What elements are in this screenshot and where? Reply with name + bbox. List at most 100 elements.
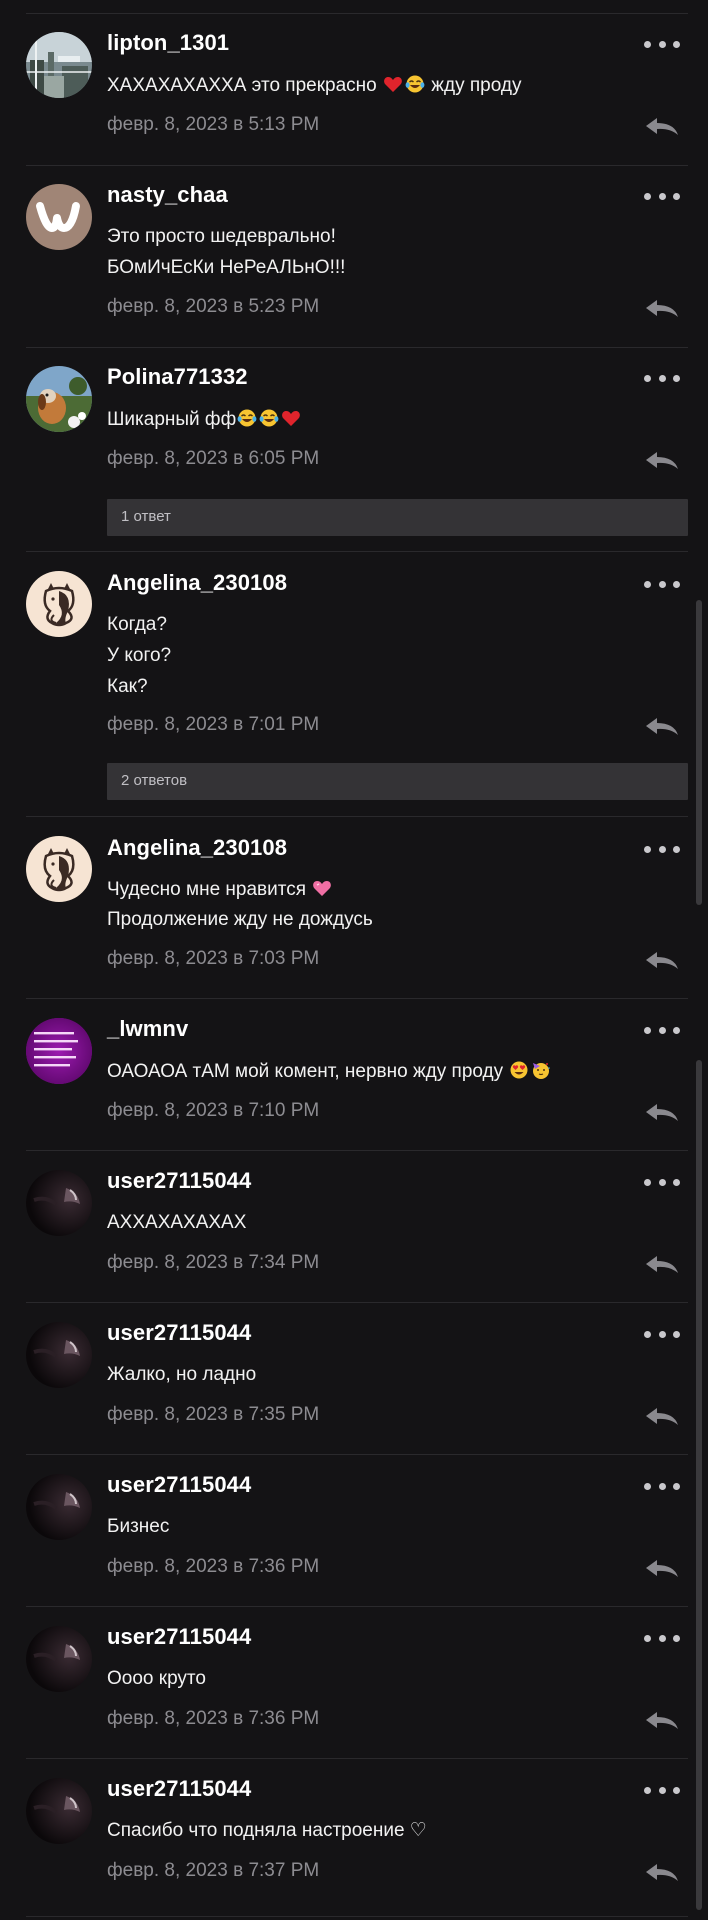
comment-text: БОмИчЕсКи НеРеАЛЬнО!!! xyxy=(107,257,345,279)
divider xyxy=(26,998,688,999)
scrollbar-thumb[interactable] xyxy=(696,1060,702,1910)
comment-text-segment: ХАХАХАХАХХА это прекрасно xyxy=(107,75,382,96)
comment-text: Продолжение жду не дождусь xyxy=(107,909,373,931)
view-replies-button[interactable]: 1 ответ xyxy=(107,499,688,536)
comment-text-segment: АХХАХАХАХАХ xyxy=(107,1212,247,1233)
comment-text-segment: Оооо круто xyxy=(107,1668,206,1689)
heart-icon xyxy=(383,74,403,94)
divider xyxy=(26,13,688,14)
comment-text: Чудесно мне нравится xyxy=(107,878,333,901)
comment-text-segment: Шикарный фф xyxy=(107,409,237,430)
reply-arrow-icon[interactable] xyxy=(643,1709,681,1731)
dark-photo-avatar-icon[interactable] xyxy=(26,1322,92,1388)
comment-text: Шикарный фф xyxy=(107,408,302,431)
more-options-icon[interactable] xyxy=(644,1630,680,1646)
comment-timestamp: февр. 8, 2023 в 7:37 PM xyxy=(107,1860,320,1881)
reply-arrow-icon[interactable] xyxy=(643,1405,681,1427)
reply-arrow-icon[interactable] xyxy=(643,1861,681,1883)
comment-text: ХАХАХАХАХХА это прекрасно жду проду xyxy=(107,74,521,97)
comment-username[interactable]: Angelina_230108 xyxy=(107,835,287,861)
comment-text: Бизнес xyxy=(107,1516,169,1538)
wattpad-logo-avatar-icon[interactable] xyxy=(26,184,92,250)
comment-timestamp: февр. 8, 2023 в 7:36 PM xyxy=(107,1708,320,1729)
dog-photo-avatar-icon[interactable] xyxy=(26,366,92,432)
dark-photo-avatar-icon[interactable] xyxy=(26,1170,92,1236)
comment-username[interactable]: _lwmnv xyxy=(107,1016,188,1042)
comment-username[interactable]: Polina771332 xyxy=(107,364,248,390)
comment-text: Это просто шедеврально! xyxy=(107,226,336,248)
heart-icon xyxy=(281,408,301,428)
comment-username[interactable]: user27115044 xyxy=(107,1624,251,1650)
purple-schedule-avatar-icon[interactable] xyxy=(26,1018,92,1084)
tears-of-joy-icon xyxy=(259,408,279,428)
more-options-icon[interactable] xyxy=(644,1174,680,1190)
reply-arrow-icon[interactable] xyxy=(643,949,681,971)
comment-text-segment: ОАОАОА тАМ мой комент, нервно жду проду xyxy=(107,1061,509,1082)
cats-drawing-avatar-icon[interactable] xyxy=(26,836,92,902)
more-options-icon[interactable] xyxy=(644,370,680,386)
comment-text: АХХАХАХАХАХ xyxy=(107,1212,246,1234)
comment-text: У кого? xyxy=(107,645,171,667)
comment-username[interactable]: lipton_1301 xyxy=(107,30,229,56)
more-options-icon[interactable] xyxy=(644,841,680,857)
comment-text-segment: Когда? xyxy=(107,614,167,635)
comment-username[interactable]: Angelina_230108 xyxy=(107,570,287,596)
reply-arrow-icon[interactable] xyxy=(643,449,681,471)
dark-photo-avatar-icon[interactable] xyxy=(26,1474,92,1540)
comment-text-segment: Бизнес xyxy=(107,1516,170,1537)
comment-timestamp: февр. 8, 2023 в 7:01 PM xyxy=(107,714,320,735)
reply-arrow-icon[interactable] xyxy=(643,115,681,137)
comment-text-segment: Чудесно мне нравится xyxy=(107,879,312,900)
more-options-icon[interactable] xyxy=(644,1478,680,1494)
comment-timestamp: февр. 8, 2023 в 5:23 PM xyxy=(107,296,320,317)
divider xyxy=(26,1454,688,1455)
reply-arrow-icon[interactable] xyxy=(643,715,681,737)
comment-text: Как? xyxy=(107,676,148,698)
comment-text-segment: Жалко, но ладно xyxy=(107,1364,257,1385)
comment-timestamp: февр. 8, 2023 в 7:34 PM xyxy=(107,1252,320,1273)
comment-text-segment: Это просто шедеврально! xyxy=(107,226,336,247)
comment-username[interactable]: nasty_chaa xyxy=(107,182,228,208)
more-options-icon[interactable] xyxy=(644,36,680,52)
comment-timestamp: февр. 8, 2023 в 7:35 PM xyxy=(107,1404,320,1425)
reply-arrow-icon[interactable] xyxy=(643,1101,681,1123)
view-replies-button[interactable]: 2 ответов xyxy=(107,763,688,800)
scrollbar[interactable] xyxy=(696,600,702,905)
divider xyxy=(26,1916,688,1917)
comment-text-segment: Спасибо что подняла настроение ♡ xyxy=(107,1820,427,1841)
tears-of-joy-icon xyxy=(405,74,425,94)
cats-drawing-avatar-icon[interactable] xyxy=(26,571,92,637)
reply-arrow-icon[interactable] xyxy=(643,1557,681,1579)
divider xyxy=(26,816,688,817)
comments-page: lipton_1301 ХАХАХАХАХХА это прекрасно жду… xyxy=(0,0,708,1920)
more-options-icon[interactable] xyxy=(644,1022,680,1038)
comment-text-segment: жду проду xyxy=(426,75,522,96)
divider xyxy=(26,1606,688,1607)
reply-arrow-icon[interactable] xyxy=(643,297,681,319)
comment-username[interactable]: user27115044 xyxy=(107,1776,251,1802)
more-options-icon[interactable] xyxy=(644,188,680,204)
comment-timestamp: февр. 8, 2023 в 6:05 PM xyxy=(107,448,320,469)
divider xyxy=(26,347,688,348)
comment-text-segment: БОмИчЕсКи НеРеАЛЬнО!!! xyxy=(107,257,346,278)
comment-text: Жалко, но ладно xyxy=(107,1364,256,1386)
more-options-icon[interactable] xyxy=(644,1782,680,1798)
comment-timestamp: февр. 8, 2023 в 7:10 PM xyxy=(107,1100,320,1121)
more-options-icon[interactable] xyxy=(644,576,680,592)
comment-text-segment: Как? xyxy=(107,676,148,697)
comment-text-segment: Продолжение жду не дождусь xyxy=(107,909,373,930)
comment-username[interactable]: user27115044 xyxy=(107,1472,251,1498)
dark-photo-avatar-icon[interactable] xyxy=(26,1626,92,1692)
reply-arrow-icon[interactable] xyxy=(643,1253,681,1275)
comment-timestamp: февр. 8, 2023 в 7:03 PM xyxy=(107,948,320,969)
landscape-avatar-icon[interactable] xyxy=(26,32,92,98)
more-options-icon[interactable] xyxy=(644,1326,680,1342)
divider xyxy=(26,1150,688,1151)
party-face-icon xyxy=(531,1060,551,1080)
comment-text-segment: У кого? xyxy=(107,645,172,666)
dark-photo-avatar-icon[interactable] xyxy=(26,1778,92,1844)
comment-username[interactable]: user27115044 xyxy=(107,1320,251,1346)
divider xyxy=(26,551,688,552)
comment-username[interactable]: user27115044 xyxy=(107,1168,251,1194)
pink-heart-icon xyxy=(312,878,332,898)
